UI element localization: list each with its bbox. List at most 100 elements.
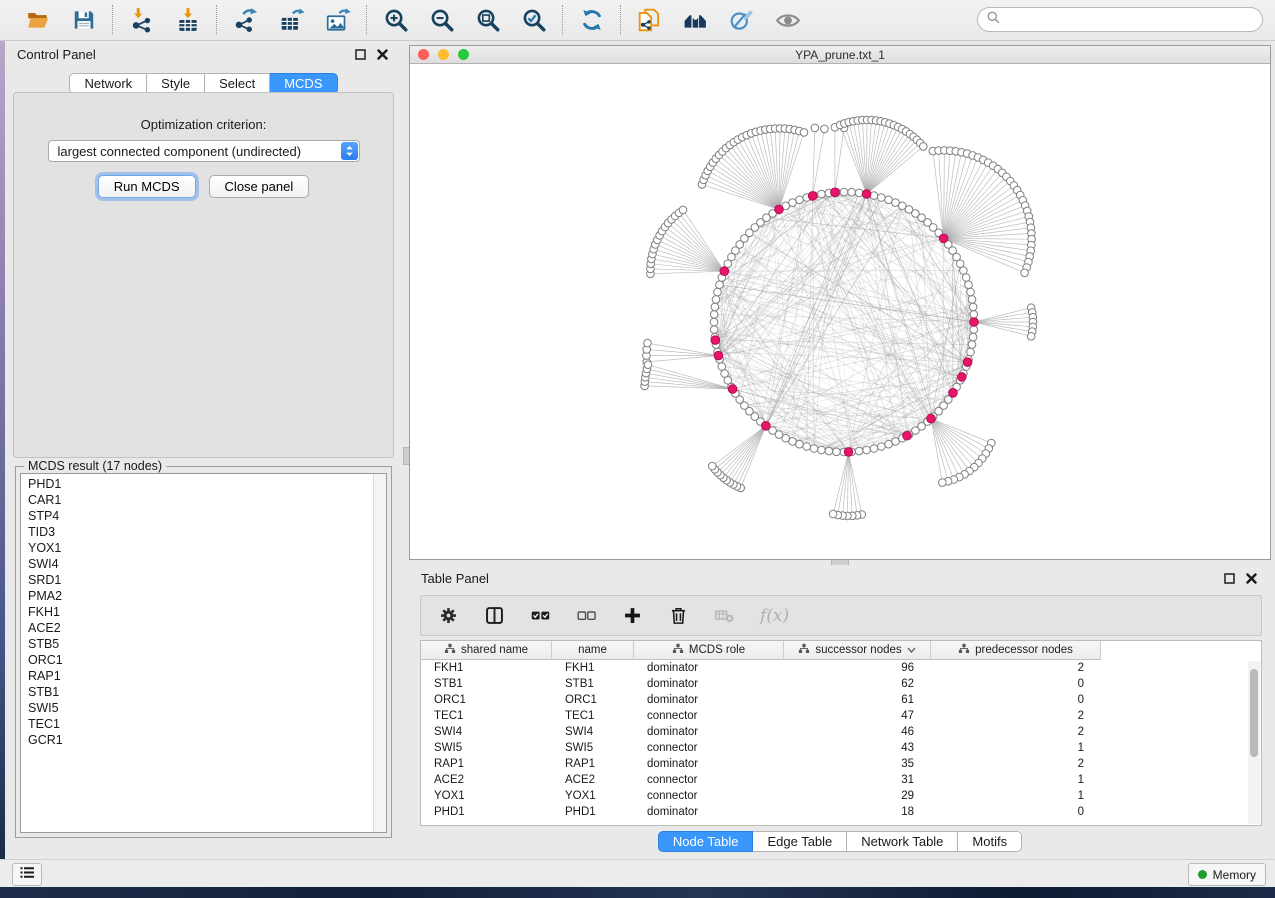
cell-name[interactable]: RAP1 (552, 756, 634, 772)
float-panel-icon[interactable] (352, 46, 368, 62)
cell-predecessor-nodes[interactable]: 1 (931, 772, 1101, 788)
table-row[interactable]: PHD1PHD1dominator180 (421, 804, 1261, 820)
table-settings-icon[interactable] (438, 605, 459, 626)
cell-name[interactable]: TEC1 (552, 708, 634, 724)
mcds-result-list[interactable]: PHD1CAR1STP4TID3YOX1SWI4SRD1PMA2FKH1ACE2… (20, 473, 387, 833)
search-input[interactable] (1001, 12, 1262, 28)
cell-MCDS-role[interactable]: dominator (634, 804, 784, 820)
table-row[interactable]: RAP1RAP1dominator352 (421, 756, 1261, 772)
cell-successor-nodes[interactable]: 35 (784, 756, 931, 772)
cell-successor-nodes[interactable]: 46 (784, 724, 931, 740)
cell-MCDS-role[interactable]: connector (634, 708, 784, 724)
zoom-fit-icon[interactable] (473, 5, 503, 35)
cell-successor-nodes[interactable]: 62 (784, 676, 931, 692)
cell-successor-nodes[interactable]: 61 (784, 692, 931, 708)
export-table-icon[interactable] (277, 5, 307, 35)
tab-mcds[interactable]: MCDS (270, 73, 337, 94)
mcds-result-item[interactable]: YOX1 (28, 540, 386, 556)
mcds-result-item[interactable]: STP4 (28, 508, 386, 524)
vertical-splitter[interactable] (402, 41, 409, 859)
import-table-icon[interactable] (173, 5, 203, 35)
task-history-button[interactable] (12, 863, 42, 886)
close-window-icon[interactable] (418, 49, 429, 60)
close-table-panel-icon[interactable] (1243, 570, 1259, 586)
column-header-name[interactable]: name (552, 641, 634, 660)
zoom-selected-icon[interactable] (519, 5, 549, 35)
search-network-icon[interactable] (681, 5, 711, 35)
refresh-icon[interactable] (577, 5, 607, 35)
cell-MCDS-role[interactable]: connector (634, 740, 784, 756)
close-panel-icon[interactable] (374, 46, 390, 62)
open-file-icon[interactable] (23, 5, 53, 35)
run-mcds-button[interactable]: Run MCDS (98, 175, 196, 198)
export-image-icon[interactable] (323, 5, 353, 35)
cell-MCDS-role[interactable]: connector (634, 788, 784, 804)
cell-predecessor-nodes[interactable]: 1 (931, 740, 1101, 756)
cell-successor-nodes[interactable]: 29 (784, 788, 931, 804)
function-builder-icon[interactable]: f(x) (760, 606, 789, 626)
zoom-in-icon[interactable] (381, 5, 411, 35)
select-all-icon[interactable] (530, 605, 551, 626)
cell-shared-name[interactable]: ACE2 (421, 772, 552, 788)
cell-name[interactable]: PHD1 (552, 804, 634, 820)
memory-button[interactable]: Memory (1188, 863, 1266, 886)
mcds-list-scrollbar[interactable] (373, 474, 386, 832)
cell-MCDS-role[interactable]: dominator (634, 756, 784, 772)
cell-shared-name[interactable]: FKH1 (421, 660, 552, 676)
hide-annotations-icon[interactable] (727, 5, 757, 35)
cell-name[interactable]: STB1 (552, 676, 634, 692)
table-row[interactable]: SWI5SWI5connector431 (421, 740, 1261, 756)
cell-successor-nodes[interactable]: 31 (784, 772, 931, 788)
show-columns-icon[interactable] (484, 605, 505, 626)
cell-predecessor-nodes[interactable]: 0 (931, 676, 1101, 692)
cell-predecessor-nodes[interactable]: 0 (931, 692, 1101, 708)
cell-successor-nodes[interactable]: 18 (784, 804, 931, 820)
cell-predecessor-nodes[interactable]: 2 (931, 708, 1101, 724)
table-scrollbar[interactable] (1248, 661, 1260, 824)
clone-network-icon[interactable] (635, 5, 665, 35)
cell-MCDS-role[interactable]: dominator (634, 724, 784, 740)
cell-predecessor-nodes[interactable]: 2 (931, 756, 1101, 772)
cell-MCDS-role[interactable]: dominator (634, 692, 784, 708)
mcds-result-item[interactable]: RAP1 (28, 668, 386, 684)
cell-name[interactable]: SWI5 (552, 740, 634, 756)
minimize-window-icon[interactable] (438, 49, 449, 60)
tab-edge-table[interactable]: Edge Table (753, 831, 847, 852)
show-hidden-icon[interactable] (773, 5, 803, 35)
cell-predecessor-nodes[interactable]: 2 (931, 660, 1101, 676)
zoom-out-icon[interactable] (427, 5, 457, 35)
column-header-successor-nodes[interactable]: successor nodes (784, 641, 931, 660)
column-header-shared-name[interactable]: shared name (421, 641, 552, 660)
tab-motifs[interactable]: Motifs (958, 831, 1022, 852)
mcds-result-item[interactable]: PHD1 (28, 476, 386, 492)
column-header-MCDS-role[interactable]: MCDS role (634, 641, 784, 660)
mcds-result-item[interactable]: GCR1 (28, 732, 386, 748)
mcds-result-item[interactable]: FKH1 (28, 604, 386, 620)
delete-column-icon[interactable] (714, 605, 735, 626)
cell-name[interactable]: ORC1 (552, 692, 634, 708)
delete-row-icon[interactable] (668, 605, 689, 626)
cell-predecessor-nodes[interactable]: 2 (931, 724, 1101, 740)
mcds-result-item[interactable]: ORC1 (28, 652, 386, 668)
table-row[interactable]: ORC1ORC1dominator610 (421, 692, 1261, 708)
mcds-result-item[interactable]: SWI4 (28, 556, 386, 572)
mcds-result-item[interactable]: PMA2 (28, 588, 386, 604)
mcds-result-item[interactable]: STB5 (28, 636, 386, 652)
cell-shared-name[interactable]: ORC1 (421, 692, 552, 708)
table-row[interactable]: FKH1FKH1dominator962 (421, 660, 1261, 676)
table-row[interactable]: STB1STB1dominator620 (421, 676, 1261, 692)
tab-select[interactable]: Select (205, 73, 270, 94)
cell-name[interactable]: YOX1 (552, 788, 634, 804)
float-table-panel-icon[interactable] (1221, 570, 1237, 586)
tab-style[interactable]: Style (147, 73, 205, 94)
cell-predecessor-nodes[interactable]: 1 (931, 788, 1101, 804)
table-scrollbar-thumb[interactable] (1250, 669, 1258, 757)
cell-successor-nodes[interactable]: 96 (784, 660, 931, 676)
save-session-icon[interactable] (69, 5, 99, 35)
deselect-all-icon[interactable] (576, 605, 597, 626)
cell-MCDS-role[interactable]: dominator (634, 660, 784, 676)
tab-node-table[interactable]: Node Table (658, 831, 754, 852)
table-row[interactable]: ACE2ACE2connector311 (421, 772, 1261, 788)
cell-shared-name[interactable]: TEC1 (421, 708, 552, 724)
cell-MCDS-role[interactable]: dominator (634, 676, 784, 692)
